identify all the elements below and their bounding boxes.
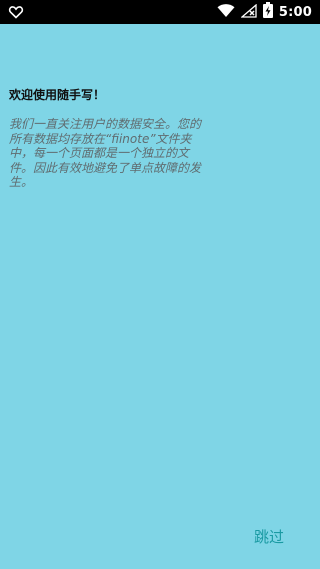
status-time: 5:00	[278, 4, 312, 20]
intro-text: 我们一直关注用户的数据安全。您的所有数据均存放在“fiinote”文件夹中，每一…	[9, 117, 202, 189]
wifi-icon	[217, 3, 235, 22]
battery-charging-icon	[262, 2, 273, 22]
welcome-title: 欢迎使用随手写！	[9, 88, 106, 102]
status-icons: 5:00	[217, 0, 312, 24]
skip-button[interactable]: 跳过	[254, 526, 284, 547]
welcome-screen: 欢迎使用随手写！ 我们一直关注用户的数据安全。您的所有数据均存放在“fiinot…	[0, 24, 320, 569]
status-bar: 5:00	[0, 0, 320, 24]
heart-outline-icon	[8, 4, 24, 20]
signal-no-sim-icon	[240, 3, 257, 22]
